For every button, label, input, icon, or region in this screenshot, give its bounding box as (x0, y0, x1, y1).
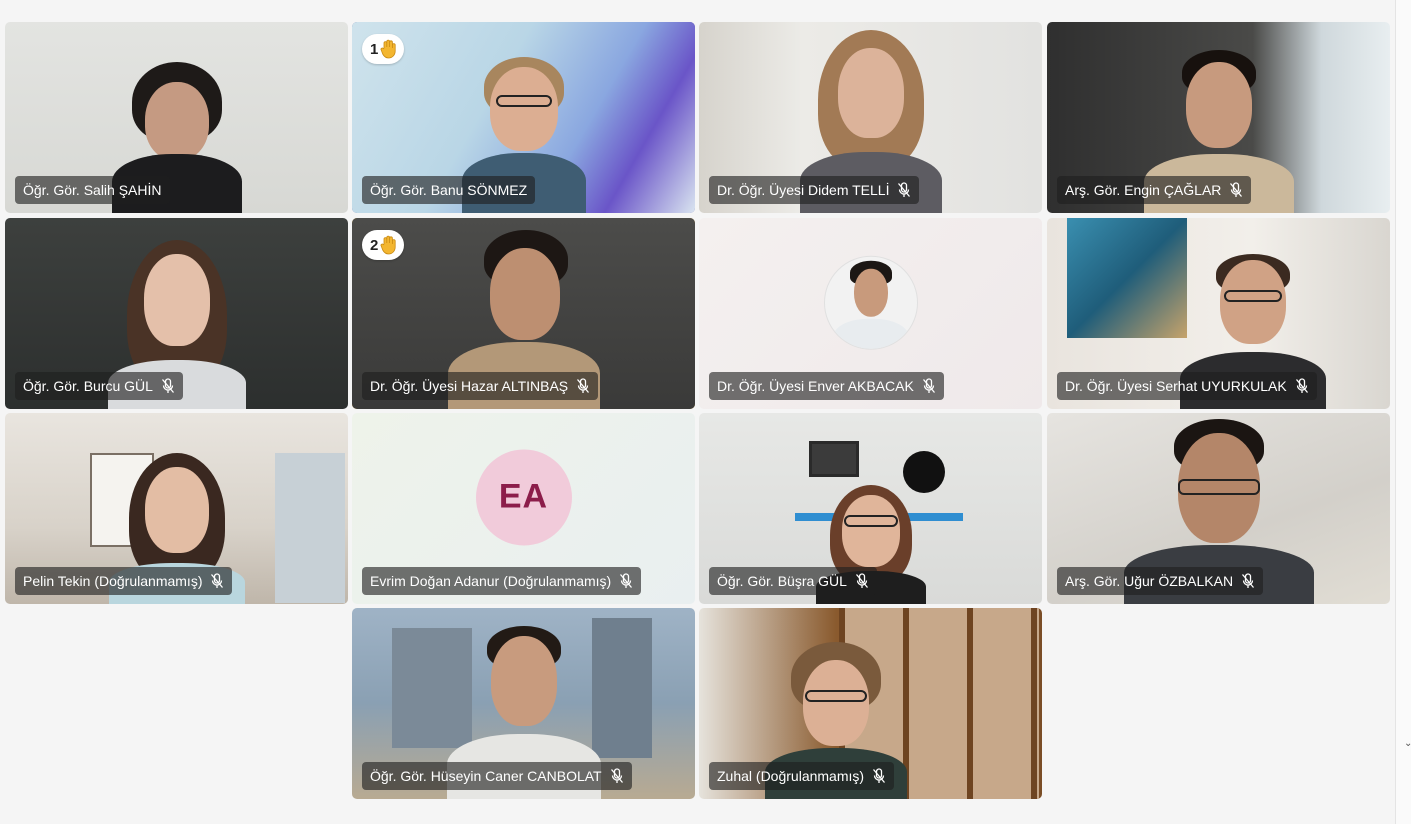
participant-tile[interactable]: Arş. Gör. Engin ÇAĞLAR (1047, 22, 1390, 213)
name-pill: Dr. Öğr. Üyesi Serhat UYURKULAK (1057, 372, 1317, 400)
name-pill: Arş. Gör. Uğur ÖZBALKAN (1057, 567, 1264, 595)
name-pill: Dr. Öğr. Üyesi Enver AKBACAK (709, 372, 944, 400)
participant-tile[interactable]: Pelin Tekin (Doğrulanmamış) (5, 413, 348, 604)
scrollbar[interactable] (1395, 0, 1411, 824)
participant-name: Dr. Öğr. Üyesi Enver AKBACAK (717, 378, 914, 394)
name-pill: Öğr. Gör. Banu SÖNMEZ (362, 176, 536, 204)
wall-painting (1067, 218, 1187, 338)
name-pill: Öğr. Gör. Büşra GÜL (709, 567, 877, 595)
avatar (823, 255, 918, 350)
mic-off-icon (576, 378, 590, 394)
participant-name: Öğr. Gör. Büşra GÜL (717, 573, 847, 589)
participant-name: Dr. Öğr. Üyesi Didem TELLİ (717, 182, 890, 198)
participant-tile[interactable]: Zuhal (Doğrulanmamış) (699, 608, 1042, 799)
participant-tile[interactable]: Öğr. Gör. Burcu GÜL (5, 218, 348, 409)
raised-hand-badge: 2 (362, 230, 405, 260)
mic-off-icon (1295, 378, 1309, 394)
participant-tile[interactable]: Dr. Öğr. Üyesi Didem TELLİ (699, 22, 1042, 213)
mic-off-icon (610, 768, 624, 784)
name-pill: Öğr. Gör. Salih ŞAHİN (15, 176, 170, 204)
raised-hand-icon (380, 39, 398, 59)
participant-tile[interactable]: Dr. Öğr. Üyesi Serhat UYURKULAK (1047, 218, 1390, 409)
participant-name: Öğr. Gör. Burcu GÜL (23, 378, 153, 394)
name-pill: Arş. Gör. Engin ÇAĞLAR (1057, 176, 1252, 204)
participant-name: Arş. Gör. Engin ÇAĞLAR (1065, 182, 1222, 198)
window (275, 453, 345, 603)
mic-off-icon (872, 768, 886, 784)
mic-off-icon (897, 182, 911, 198)
name-pill: Öğr. Gör. Hüseyin Caner CANBOLAT (362, 762, 632, 790)
mic-off-icon (210, 573, 224, 589)
participant-name: Zuhal (Doğrulanmamış) (717, 768, 865, 784)
name-pill: Evrim Doğan Adanur (Doğrulanmamış) (362, 567, 642, 595)
name-pill: Pelin Tekin (Doğrulanmamış) (15, 567, 233, 595)
participant-tile[interactable]: Dr. Öğr. Üyesi Enver AKBACAK (699, 218, 1042, 409)
participant-tile[interactable]: Arş. Gör. Uğur ÖZBALKAN (1047, 413, 1390, 604)
raised-hand-icon (380, 235, 398, 255)
name-pill: Dr. Öğr. Üyesi Hazar ALTINBAŞ (362, 372, 599, 400)
participant-tile[interactable]: 2 Dr. Öğr. Üyesi Hazar ALTINBAŞ (352, 218, 695, 409)
mic-off-icon (1229, 182, 1243, 198)
name-pill: Dr. Öğr. Üyesi Didem TELLİ (709, 176, 920, 204)
name-pill: Zuhal (Doğrulanmamış) (709, 762, 895, 790)
wall-frame (809, 441, 859, 477)
mic-off-icon (855, 573, 869, 589)
participant-name: Dr. Öğr. Üyesi Hazar ALTINBAŞ (370, 378, 569, 394)
chevron-down-icon[interactable]: ⌄ (1404, 738, 1411, 749)
participant-tile[interactable]: Öğr. Gör. Hüseyin Caner CANBOLAT (352, 608, 695, 799)
raised-hand-order: 1 (370, 40, 379, 58)
participant-name: Arş. Gör. Uğur ÖZBALKAN (1065, 573, 1234, 589)
participant-tile[interactable]: EA Evrim Doğan Adanur (Doğrulanmamış) (352, 413, 695, 604)
participant-name: Öğr. Gör. Banu SÖNMEZ (370, 182, 528, 198)
participant-name: Pelin Tekin (Doğrulanmamış) (23, 573, 203, 589)
participant-tile[interactable]: Öğr. Gör. Salih ŞAHİN (5, 22, 348, 213)
participant-name: Dr. Öğr. Üyesi Serhat UYURKULAK (1065, 378, 1287, 394)
mic-off-icon (161, 378, 175, 394)
participant-name: Evrim Doğan Adanur (Doğrulanmamış) (370, 573, 612, 589)
video-grid: Öğr. Gör. Salih ŞAHİN 1 Öğr. Gör. Banu S… (0, 0, 1395, 824)
avatar-initials: EA (475, 448, 572, 545)
participant-name: Öğr. Gör. Hüseyin Caner CANBOLAT (370, 768, 602, 784)
mic-off-icon (1241, 573, 1255, 589)
participant-tile[interactable]: Öğr. Gör. Büşra GÜL (699, 413, 1042, 604)
name-pill: Öğr. Gör. Burcu GÜL (15, 372, 183, 400)
participant-name: Öğr. Gör. Salih ŞAHİN (23, 182, 162, 198)
raised-hand-badge: 1 (362, 34, 405, 64)
mic-off-icon (619, 573, 633, 589)
mic-off-icon (922, 378, 936, 394)
participant-tile[interactable]: 1 Öğr. Gör. Banu SÖNMEZ (352, 22, 695, 213)
raised-hand-order: 2 (370, 236, 379, 254)
